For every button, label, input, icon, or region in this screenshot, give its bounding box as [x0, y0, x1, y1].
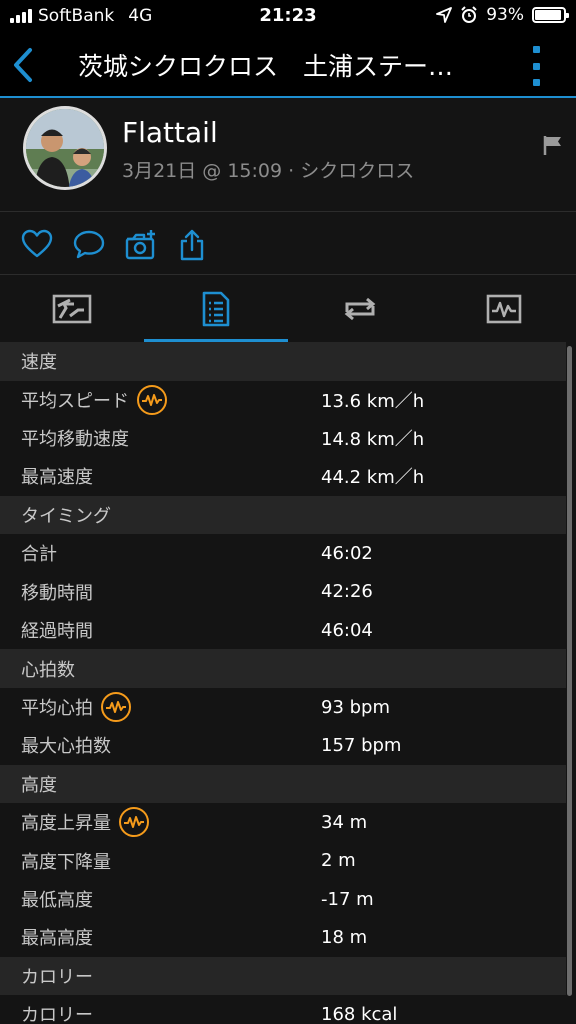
- stat-row[interactable]: 最低高度 -17 m: [0, 880, 566, 918]
- stat-value: 168 kcal: [321, 1003, 398, 1024]
- stat-row[interactable]: カロリー 168 kcal: [0, 995, 566, 1024]
- stat-value: -17 m: [321, 888, 374, 910]
- stat-label: 最高高度: [21, 928, 93, 950]
- section-header-elevation: 高度: [0, 764, 566, 804]
- stat-row[interactable]: 平均移動速度 14.8 km／h: [0, 419, 566, 457]
- share-icon: [180, 229, 204, 261]
- tab-map[interactable]: [0, 276, 144, 342]
- add-photo-icon: [125, 230, 155, 260]
- stat-label: 平均移動速度: [21, 429, 129, 451]
- more-dot: [532, 62, 540, 70]
- performance-badge-icon[interactable]: [101, 692, 131, 723]
- stat-label-text: 平均心拍: [21, 698, 93, 720]
- laps-icon: [344, 297, 376, 321]
- stat-row[interactable]: 合計 46:02: [0, 534, 566, 572]
- tab-details[interactable]: [144, 276, 288, 342]
- add-photo-button[interactable]: [124, 229, 156, 260]
- section-header-heart-rate: 心拍数: [0, 649, 566, 688]
- stat-label: 平均心拍: [21, 692, 131, 723]
- stat-row[interactable]: 平均スピード 13.6 km／h: [0, 381, 566, 419]
- stat-label: 高度下降量: [21, 851, 111, 873]
- stat-row[interactable]: 経過時間 46:04: [0, 611, 566, 649]
- user-name[interactable]: Flattail: [122, 116, 218, 149]
- stat-value: 42:26: [321, 581, 373, 603]
- chart-icon: [486, 294, 522, 324]
- stat-label: 最高速度: [21, 467, 93, 489]
- scrollbar[interactable]: [567, 346, 572, 996]
- share-button[interactable]: [178, 229, 210, 261]
- stat-value: 157 bpm: [321, 734, 402, 756]
- location-icon: [436, 7, 453, 23]
- stats-list[interactable]: 速度 平均スピード 13.6 km／h 平均移動速度 14.8 km／h 最高速…: [0, 342, 566, 1024]
- more-dot: [532, 46, 540, 53]
- stat-value: 44.2 km／h: [321, 467, 425, 489]
- stat-label-text: 高度上昇量: [21, 813, 111, 835]
- flag-icon[interactable]: [542, 134, 564, 156]
- stat-label: 最大心拍数: [21, 736, 111, 758]
- section-header-speed: 速度: [0, 342, 566, 381]
- stat-label: 最低高度: [21, 890, 93, 912]
- chevron-left-icon: [14, 48, 32, 82]
- comment-icon: [73, 230, 105, 259]
- tab-laps[interactable]: [288, 276, 432, 342]
- map-icon: [52, 294, 92, 324]
- action-bar: [0, 213, 576, 275]
- stat-label: 経過時間: [21, 621, 93, 643]
- stat-label: 合計: [21, 544, 57, 566]
- battery-icon: [532, 7, 569, 23]
- stat-value: 2 m: [321, 850, 356, 872]
- section-header-calories: カロリー: [0, 956, 566, 996]
- section-header-timing: タイミング: [0, 495, 566, 535]
- avatar[interactable]: [23, 106, 107, 190]
- stat-value: 34 m: [321, 811, 368, 833]
- battery-fill: [535, 10, 562, 20]
- performance-badge-icon[interactable]: [137, 384, 167, 415]
- performance-badge-icon[interactable]: [119, 807, 149, 838]
- stat-label: カロリー: [21, 1005, 93, 1024]
- activity-meta: 3月21日 @ 15:09 · シクロクロス: [122, 160, 415, 182]
- alarm-icon: [461, 6, 477, 23]
- stat-label-text: 平均スピード: [21, 390, 129, 412]
- activity-title: 茨城シクロクロス 土浦ステー…: [78, 52, 454, 81]
- stat-value: 14.8 km／h: [321, 429, 425, 451]
- stat-row[interactable]: 高度上昇量 34 m: [0, 803, 566, 841]
- stat-value: 46:02: [321, 542, 373, 564]
- stat-label: 高度上昇量: [21, 807, 149, 838]
- stat-label: 移動時間: [21, 582, 93, 604]
- nav-bar: 茨城シクロクロス 土浦ステー…: [0, 32, 576, 98]
- status-bar: SoftBank 4G 21:23 93%: [0, 0, 576, 32]
- comment-button[interactable]: [73, 229, 105, 259]
- heart-icon: [21, 229, 53, 258]
- status-right: 93%: [436, 5, 569, 25]
- profile-header: Flattail 3月21日 @ 15:09 · シクロクロス: [0, 100, 576, 212]
- stat-value: 46:04: [321, 619, 373, 641]
- like-button[interactable]: [21, 229, 53, 259]
- stat-row[interactable]: 最大心拍数 157 bpm: [0, 726, 566, 764]
- tab-bar: [0, 276, 576, 342]
- stat-row[interactable]: 移動時間 42:26: [0, 573, 566, 611]
- avatar-photo: [26, 109, 104, 187]
- more-dot: [532, 79, 540, 86]
- more-options-button[interactable]: [530, 46, 542, 86]
- tab-charts[interactable]: [432, 276, 576, 342]
- stat-row[interactable]: 最高速度 44.2 km／h: [0, 457, 566, 495]
- stat-row[interactable]: 最高高度 18 m: [0, 918, 566, 956]
- details-icon: [202, 291, 230, 327]
- battery-percent: 93%: [486, 5, 524, 25]
- stat-label: 平均スピード: [21, 384, 167, 415]
- stat-value: 13.6 km／h: [321, 390, 425, 412]
- stat-value: 93 bpm: [321, 696, 391, 718]
- stat-value: 18 m: [321, 926, 368, 948]
- back-button[interactable]: [8, 46, 42, 84]
- stat-row[interactable]: 平均心拍 93 bpm: [0, 688, 566, 726]
- stat-row[interactable]: 高度下降量 2 m: [0, 842, 566, 880]
